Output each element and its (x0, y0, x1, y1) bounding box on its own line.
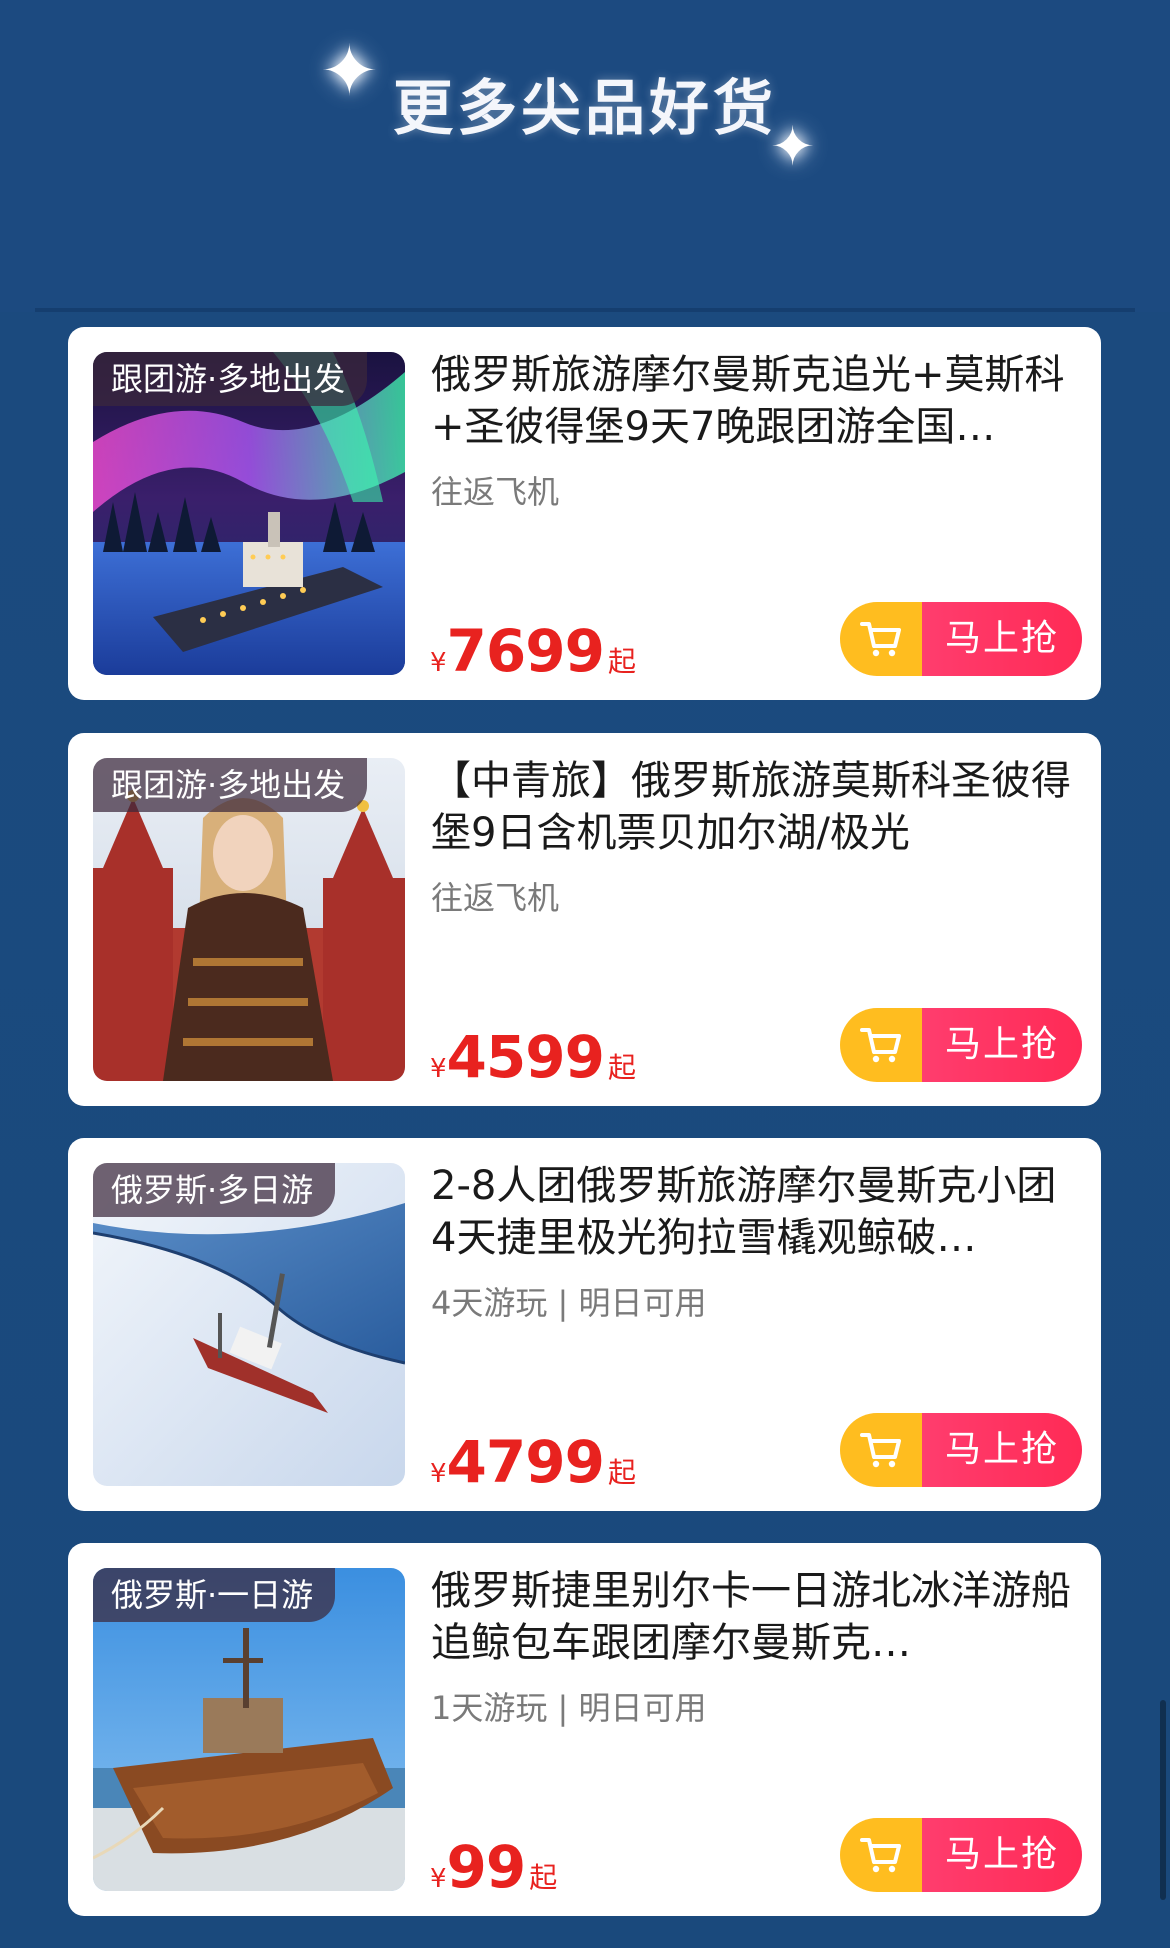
product-card[interactable]: 跟团游·多地出发 俄罗斯旅游摩尔曼斯克追光+莫斯科+圣彼得堡9天7晚跟团游全国…… (68, 327, 1101, 700)
product-price: ¥4799 起 (430, 1428, 636, 1498)
product-subtitle: 4天游玩 | 明日可用 (431, 1284, 707, 1322)
price-value: 99 (446, 1833, 527, 1901)
product-title[interactable]: 2-8人团俄罗斯旅游摩尔曼斯克小团4天捷里极光狗拉雪橇观鲸破… (431, 1160, 1081, 1264)
currency-symbol: ¥ (430, 1054, 447, 1084)
currency-symbol: ¥ (430, 1459, 447, 1489)
section-title: 更多尖品好货 (393, 74, 777, 144)
product-card[interactable]: 跟团游·多地出发 【中青旅】俄罗斯旅游莫斯科圣彼得堡9日含机票贝加尔湖/极光 往… (68, 733, 1101, 1106)
product-image[interactable]: 跟团游·多地出发 (93, 352, 405, 675)
product-subtitle: 往返飞机 (431, 473, 560, 511)
product-image[interactable]: 跟团游·多地出发 (93, 758, 405, 1081)
section-header: ✦ 更多尖品好货 ✦ (0, 0, 1170, 312)
product-image[interactable]: 俄罗斯·一日游 (93, 1568, 405, 1891)
shopping-cart-icon (840, 1008, 922, 1082)
sparkle-icon: ✦ (770, 115, 816, 178)
product-title[interactable]: 俄罗斯捷里别尔卡一日游北冰洋游船追鲸包车跟团摩尔曼斯克… (431, 1565, 1081, 1669)
product-card[interactable]: 俄罗斯·多日游 2-8人团俄罗斯旅游摩尔曼斯克小团4天捷里极光狗拉雪橇观鲸破… … (68, 1138, 1101, 1511)
product-title[interactable]: 【中青旅】俄罗斯旅游莫斯科圣彼得堡9日含机票贝加尔湖/极光 (431, 755, 1081, 859)
product-tag: 跟团游·多地出发 (93, 352, 368, 406)
shopping-cart-icon (840, 1818, 922, 1892)
buy-now-label: 马上抢 (922, 1413, 1082, 1487)
shopping-cart-icon (840, 602, 922, 676)
page: ✦ 更多尖品好货 ✦ 跟团游·多地出发 俄罗斯旅游摩尔曼斯克追光+莫斯科+圣彼得… (0, 0, 1170, 1948)
price-value: 4799 (446, 1428, 605, 1496)
buy-now-label: 马上抢 (922, 602, 1082, 676)
buy-now-button[interactable]: 马上抢 (840, 602, 1082, 676)
product-price: ¥7699 起 (430, 617, 636, 687)
divider (35, 308, 1135, 312)
price-value: 4599 (446, 1023, 605, 1091)
product-price: ¥4599 起 (430, 1023, 636, 1093)
product-image[interactable]: 俄罗斯·多日游 (93, 1163, 405, 1486)
product-tag: 俄罗斯·多日游 (93, 1163, 336, 1217)
price-suffix: 起 (607, 1456, 636, 1489)
buy-now-button[interactable]: 马上抢 (840, 1818, 1082, 1892)
product-tag: 跟团游·多地出发 (93, 758, 368, 812)
buy-now-label: 马上抢 (922, 1008, 1082, 1082)
product-price: ¥99 起 (430, 1833, 557, 1903)
buy-now-label: 马上抢 (922, 1818, 1082, 1892)
product-subtitle: 往返飞机 (431, 879, 560, 917)
currency-symbol: ¥ (430, 1864, 447, 1894)
currency-symbol: ¥ (430, 648, 447, 678)
price-suffix: 起 (607, 1051, 636, 1084)
product-card[interactable]: 俄罗斯·一日游 俄罗斯捷里别尔卡一日游北冰洋游船追鲸包车跟团摩尔曼斯克… 1天游… (68, 1543, 1101, 1916)
buy-now-button[interactable]: 马上抢 (840, 1008, 1082, 1082)
price-suffix: 起 (529, 1861, 558, 1894)
price-suffix: 起 (607, 645, 636, 678)
product-subtitle: 1天游玩 | 明日可用 (431, 1689, 707, 1727)
buy-now-button[interactable]: 马上抢 (840, 1413, 1082, 1487)
product-tag: 俄罗斯·一日游 (93, 1568, 336, 1622)
shopping-cart-icon (840, 1413, 922, 1487)
price-value: 7699 (446, 617, 605, 685)
scrollbar[interactable] (1160, 1700, 1166, 1900)
product-title[interactable]: 俄罗斯旅游摩尔曼斯克追光+莫斯科+圣彼得堡9天7晚跟团游全国… (431, 349, 1081, 453)
